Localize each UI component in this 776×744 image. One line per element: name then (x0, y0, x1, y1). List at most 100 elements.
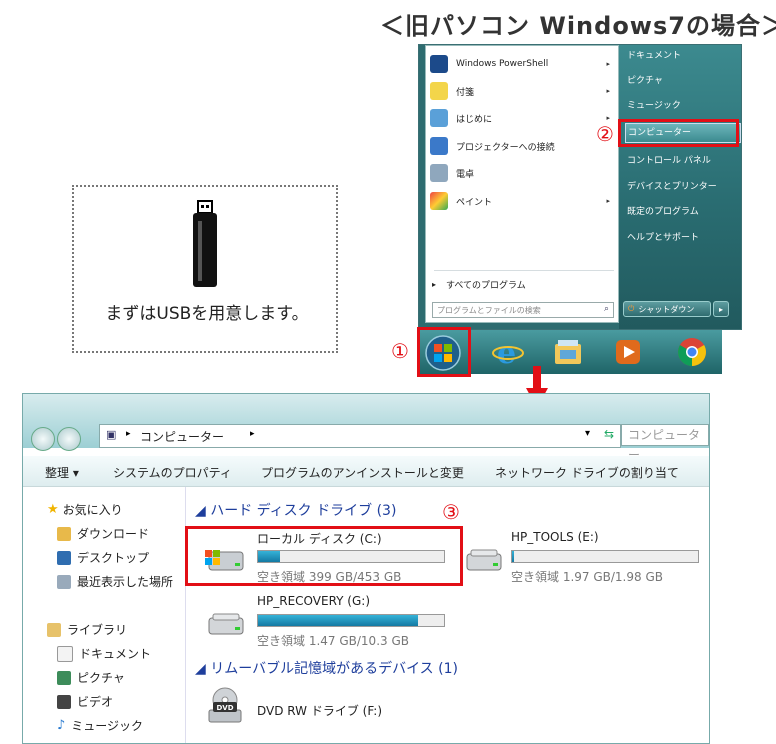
nav-videos[interactable]: ビデオ (57, 693, 113, 710)
nav-label: ドキュメント (79, 647, 152, 661)
videos-icon (57, 694, 71, 709)
explorer-folder-icon[interactable] (552, 336, 584, 368)
organize-button[interactable]: 整理 ▾ (45, 464, 79, 481)
media-player-icon[interactable] (612, 336, 644, 368)
nav-pictures[interactable]: ピクチャ (57, 669, 125, 686)
arrow-icon: ▸ (432, 279, 437, 289)
explorer-titlebar: ▣ ▸ コンピューター ▸ ▾ ⇆ コンピューター (23, 394, 709, 462)
explorer-search-input[interactable]: コンピューター (621, 424, 709, 462)
dropdown-icon[interactable]: ▾ (585, 428, 590, 439)
submenu-arrow-icon: ▸ (606, 114, 610, 122)
start-menu: Windows PowerShell ▸ 付箋 ▸ はじめに ▸ プロジェクター… (418, 44, 742, 330)
computer-icon: ▣ (106, 428, 117, 441)
powershell-icon (430, 55, 448, 73)
highlight-start-button (417, 327, 471, 377)
shutdown-label: シャットダウン (638, 304, 695, 314)
nav-label: 最近表示した場所 (77, 575, 174, 589)
back-button[interactable] (31, 427, 55, 451)
divider (434, 270, 614, 271)
getting-started-icon (430, 109, 448, 127)
documents-icon (57, 645, 73, 662)
internet-explorer-icon[interactable]: e (492, 336, 524, 368)
chrome-icon[interactable] (676, 336, 708, 368)
nav-music[interactable]: ♪ ミュージック (57, 717, 143, 734)
submenu-arrow-icon: ▸ (606, 87, 610, 95)
hdd-section-title[interactable]: ◢ ハード ディスク ドライブ (3) (195, 500, 396, 520)
place-control-panel[interactable]: コントロール パネル (625, 152, 739, 170)
start-menu-programs: Windows PowerShell ▸ 付箋 ▸ はじめに ▸ プロジェクター… (425, 45, 619, 323)
svg-text:e: e (497, 336, 516, 368)
nav-downloads[interactable]: ダウンロード (57, 525, 149, 542)
start-item-projector[interactable]: プロジェクターへの接続 (430, 134, 616, 158)
shutdown-options-button[interactable]: ▸ (713, 301, 729, 317)
place-music[interactable]: ミュージック (625, 97, 739, 115)
start-item-label: 付箋 (456, 87, 475, 98)
highlight-local-disk (185, 526, 463, 586)
nav-label: ピクチャ (77, 671, 125, 685)
breadcrumb-arrow-icon: ▸ (250, 429, 255, 439)
start-item-sticky-notes[interactable]: 付箋 ▸ (430, 79, 616, 103)
libraries-icon (47, 622, 61, 637)
start-item-paint[interactable]: ペイント ▸ (430, 189, 616, 213)
nav-label: ミュージック (71, 719, 144, 733)
projector-icon (430, 137, 448, 155)
submenu-arrow-icon: ▸ (606, 60, 610, 68)
nav-libraries[interactable]: ライブラリ (47, 621, 127, 638)
explorer-toolbar: 整理 ▾ システムのプロパティ プログラムのアンインストールと変更 ネットワーク… (23, 456, 709, 487)
place-default-programs[interactable]: 既定のプログラム (625, 203, 739, 221)
nav-favorites[interactable]: ★ お気に入り (47, 501, 123, 518)
step-two-marker: ② (596, 122, 614, 146)
dvd-label: DVD (216, 704, 233, 712)
usb-card: まずはUSBを用意します。 (72, 185, 338, 353)
step-one-marker: ① (391, 339, 409, 363)
nav-documents[interactable]: ドキュメント (57, 645, 151, 662)
uninstall-program-button[interactable]: プログラムのアンインストールと変更 (261, 464, 464, 481)
search-placeholder: プログラムとファイルの検索 (437, 305, 541, 315)
drive-name[interactable]: DVD RW ドライブ (F:) (257, 702, 382, 719)
place-devices-printers[interactable]: デバイスとプリンター (625, 178, 739, 196)
drive-name[interactable]: HP_RECOVERY (G:) (257, 594, 370, 608)
hp-tools-drive-icon (466, 549, 502, 571)
address-text: コンピューター (140, 430, 225, 444)
music-icon: ♪ (57, 718, 66, 733)
removable-section-title[interactable]: ◢ リムーバブル記憶域があるデバイス (1) (195, 658, 458, 678)
sticky-notes-icon (430, 82, 448, 100)
nav-label: ライブラリ (67, 623, 128, 637)
submenu-arrow-icon: ▸ (606, 197, 610, 205)
nav-recent[interactable]: 最近表示した場所 (57, 573, 173, 590)
pictures-icon (57, 670, 71, 685)
drive-name[interactable]: HP_TOOLS (E:) (511, 530, 599, 544)
drive-free-space: 空き領域 1.97 GB/1.98 GB (511, 570, 663, 584)
usb-caption: まずはUSBを用意します。 (105, 304, 309, 324)
start-item-powershell[interactable]: Windows PowerShell ▸ (430, 52, 616, 76)
step-three-marker: ③ (442, 500, 460, 524)
search-icon: ⌕ (603, 304, 609, 314)
map-network-drive-button[interactable]: ネットワーク ドライブの割り当て (495, 464, 679, 481)
power-icon: ⏻ (628, 304, 635, 313)
drive-usage-fill (258, 615, 418, 626)
address-bar[interactable]: ▣ ▸ コンピューター ▸ ▾ ⇆ (99, 424, 621, 448)
dvd-drive-icon: DVD (208, 687, 242, 723)
shutdown-button[interactable]: ⏻ シャットダウン (623, 301, 711, 317)
downloads-icon (57, 526, 71, 541)
forward-button[interactable] (57, 427, 81, 451)
start-item-label: ペイント (456, 197, 493, 208)
place-help-support[interactable]: ヘルプとサポート (625, 229, 739, 247)
refresh-icon[interactable]: ⇆ (604, 427, 614, 441)
usb-stick-icon (193, 200, 217, 287)
nav-desktop[interactable]: デスクトップ (57, 549, 149, 566)
calculator-icon (430, 164, 448, 182)
place-pictures[interactable]: ピクチャ (625, 72, 739, 90)
start-item-calculator[interactable]: 電卓 (430, 161, 616, 185)
all-programs[interactable]: ▸ すべてのプログラム (430, 272, 616, 296)
start-item-getting-started[interactable]: はじめに ▸ (430, 106, 616, 130)
start-search-input[interactable]: プログラムとファイルの検索 ⌕ (432, 302, 614, 318)
place-documents[interactable]: ドキュメント (625, 47, 739, 65)
recent-places-icon (57, 574, 71, 589)
system-properties-button[interactable]: システムのプロパティ (113, 464, 232, 481)
nav-label: デスクトップ (77, 551, 150, 565)
nav-label: お気に入り (62, 503, 123, 517)
start-item-label: 電卓 (456, 169, 475, 180)
paint-icon (430, 192, 448, 210)
star-icon: ★ (47, 502, 59, 517)
